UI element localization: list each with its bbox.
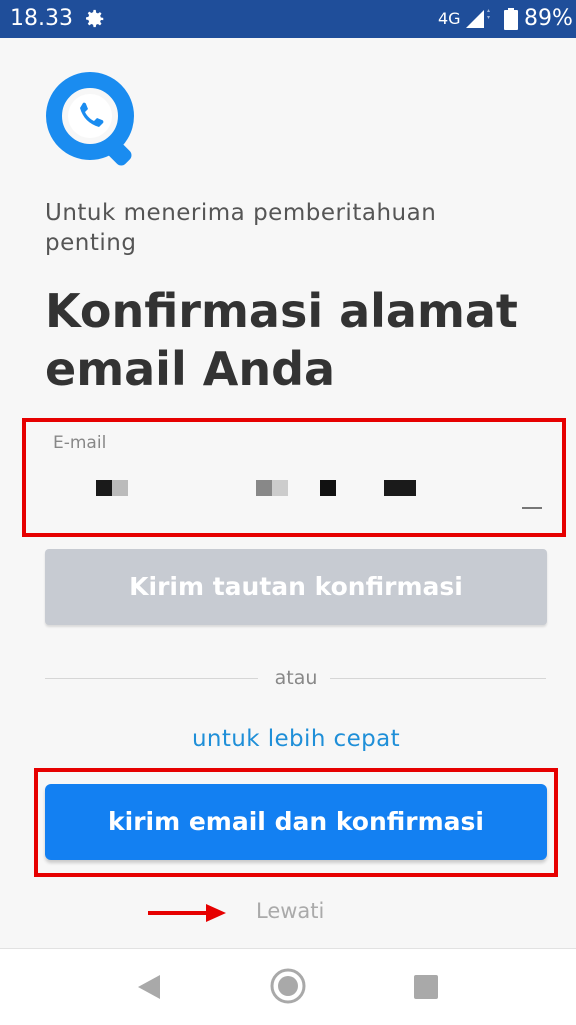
back-icon[interactable] <box>136 973 162 1001</box>
email-field-label: E-mail <box>53 433 107 453</box>
redacted-block <box>272 480 288 496</box>
divider-right <box>330 678 546 679</box>
redacted-block <box>256 480 272 496</box>
divider-text: atau <box>274 667 318 689</box>
divider-left <box>45 678 258 679</box>
network-type: 4G <box>438 9 461 28</box>
navigation-bar <box>0 948 576 1025</box>
redacted-block <box>320 480 336 496</box>
phone-search-logo-icon <box>46 72 134 166</box>
arrow-right-icon <box>148 904 226 922</box>
page-title: Konfirmasi alamat email Anda <box>45 284 518 396</box>
status-bar: 18.33 4G 89% <box>0 0 576 38</box>
skip-link[interactable]: Lewati <box>256 899 324 923</box>
redacted-block <box>384 480 416 496</box>
send-email-confirm-button[interactable]: kirim email dan konfirmasi <box>45 784 547 860</box>
subtitle: Untuk menerima pemberitahuan penting <box>45 200 437 256</box>
clock: 18.33 <box>10 6 73 31</box>
redacted-block <box>96 480 112 496</box>
battery-icon <box>504 8 518 30</box>
email-field-underline <box>522 507 542 509</box>
email-field[interactable] <box>50 475 550 501</box>
signal-icon <box>466 9 490 28</box>
gear-icon <box>86 9 104 28</box>
recent-apps-icon[interactable] <box>414 975 438 999</box>
battery-percent: 89% <box>524 6 573 31</box>
redacted-block <box>112 480 128 496</box>
home-icon[interactable] <box>269 967 307 1005</box>
faster-hint-text: untuk lebih cepat <box>191 726 401 752</box>
send-confirmation-link-button[interactable]: Kirim tautan konfirmasi <box>45 549 547 625</box>
